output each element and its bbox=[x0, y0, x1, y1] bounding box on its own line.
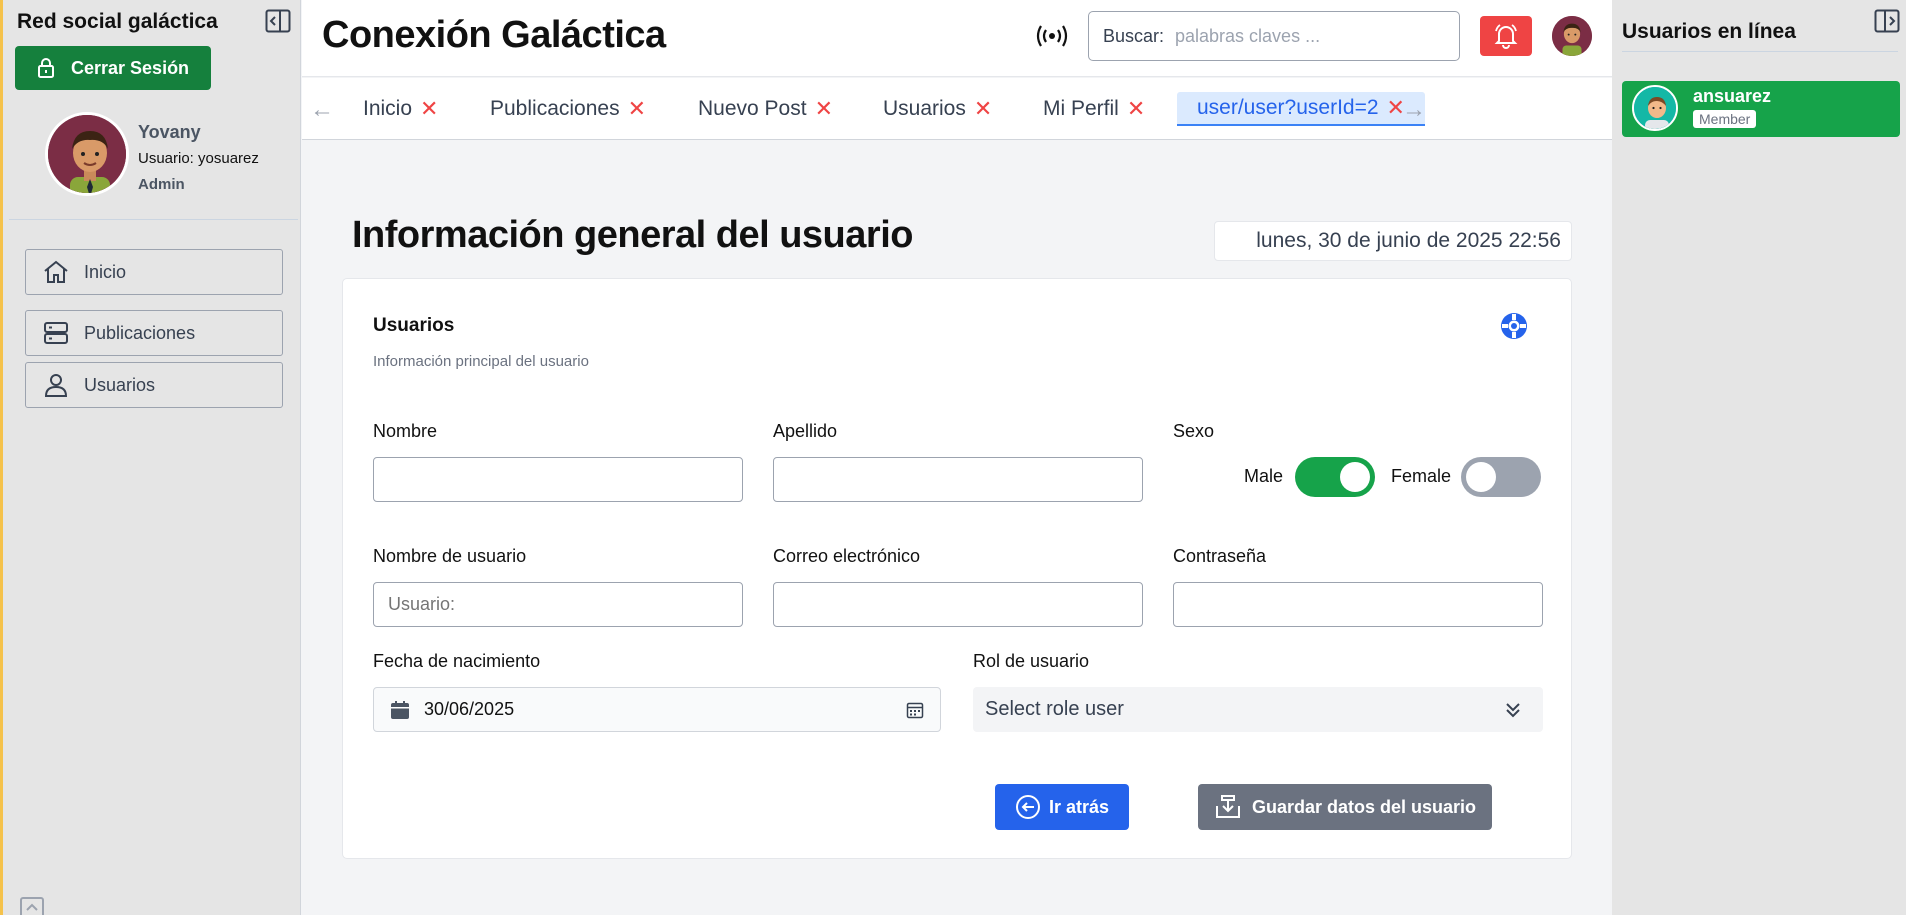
password-field[interactable] bbox=[1173, 582, 1543, 627]
sidebar-item-publicaciones[interactable]: Publicaciones bbox=[25, 310, 283, 356]
apellido-label: Apellido bbox=[773, 421, 838, 441]
card-subtitle: Información principal del usuario bbox=[373, 353, 589, 370]
home-icon bbox=[44, 260, 68, 283]
birthdate-field[interactable]: 30/06/2025 bbox=[373, 687, 941, 732]
online-user-item[interactable]: ansuarez Member bbox=[1622, 81, 1900, 137]
male-label: Male bbox=[1244, 466, 1284, 486]
divider bbox=[1622, 51, 1898, 52]
nombre-field[interactable] bbox=[373, 457, 743, 502]
right-sidebar: Usuarios en línea ansuarez Member bbox=[1612, 0, 1906, 915]
app-title: Conexión Galáctica bbox=[322, 14, 666, 56]
username-field[interactable] bbox=[373, 582, 743, 627]
left-sidebar: Red social galáctica Cerrar Sesión Yovan… bbox=[0, 0, 301, 915]
user-role: Admin bbox=[138, 176, 185, 193]
card-title: Usuarios bbox=[373, 315, 455, 336]
search-input[interactable] bbox=[1175, 25, 1445, 47]
sidebar-item-label: Inicio bbox=[84, 261, 127, 282]
tabs-scroll-left-icon[interactable]: ← bbox=[310, 96, 334, 124]
tab-inicio[interactable]: Inicio ✕ bbox=[363, 92, 438, 126]
role-badge: Member bbox=[1693, 110, 1757, 128]
email-field[interactable] bbox=[773, 582, 1143, 627]
header-avatar[interactable] bbox=[1552, 16, 1592, 56]
tab-label: user/user?userId=2 bbox=[1197, 96, 1379, 119]
sexo-label: Sexo bbox=[1173, 421, 1215, 441]
chevron-double-down-icon bbox=[1506, 702, 1520, 717]
collapse-left-sidebar-icon[interactable] bbox=[265, 9, 291, 33]
toggle-knob bbox=[1340, 462, 1370, 492]
sidebar-footer-icon[interactable] bbox=[19, 896, 45, 915]
tab-nuevo-post[interactable]: Nuevo Post ✕ bbox=[698, 92, 833, 126]
female-label: Female bbox=[1391, 466, 1452, 486]
tab-label: Nuevo Post bbox=[698, 97, 807, 120]
user-login: Usuario: yosuarez bbox=[138, 150, 259, 167]
close-icon[interactable]: ✕ bbox=[974, 96, 992, 122]
datetime-display: lunes, 30 de junio de 2025 22:56 bbox=[1214, 221, 1572, 261]
tab-label: Usuarios bbox=[883, 97, 966, 120]
close-icon[interactable]: ✕ bbox=[1127, 96, 1145, 122]
tab-usuarios[interactable]: Usuarios ✕ bbox=[883, 92, 992, 126]
search-box: Buscar: bbox=[1088, 11, 1460, 61]
email-label: Correo electrónico bbox=[773, 546, 921, 566]
user-icon bbox=[44, 374, 68, 397]
male-toggle[interactable] bbox=[1295, 457, 1375, 497]
tab-user-detail[interactable]: user/user?userId=2 ✕ bbox=[1177, 92, 1425, 126]
female-toggle[interactable] bbox=[1461, 457, 1541, 497]
search-label: Buscar: bbox=[1103, 25, 1165, 46]
back-label: Ir atrás bbox=[1048, 796, 1110, 817]
role-label: Rol de usuario bbox=[973, 651, 1090, 671]
divider bbox=[9, 219, 298, 220]
nombre-label: Nombre bbox=[373, 421, 438, 441]
brand-name: Red social galáctica bbox=[17, 10, 218, 33]
online-users-title: Usuarios en línea bbox=[1622, 20, 1796, 43]
tab-bar: ← Inicio ✕ Publicaciones ✕ Nuevo Post ✕ … bbox=[302, 78, 1612, 140]
birthdate-value: 30/06/2025 bbox=[424, 699, 515, 719]
save-label: Guardar datos del usuario bbox=[1251, 796, 1477, 817]
tab-label: Mi Perfil bbox=[1043, 97, 1119, 120]
apellido-field[interactable] bbox=[773, 457, 1143, 502]
password-label: Contraseña bbox=[1173, 546, 1267, 566]
sidebar-item-inicio[interactable]: Inicio bbox=[25, 249, 283, 295]
broadcast-icon[interactable] bbox=[1036, 22, 1068, 50]
back-button[interactable]: Ir atrás bbox=[995, 784, 1129, 830]
tabs-scroll-right-icon[interactable]: → bbox=[1402, 96, 1426, 124]
user-form-card: Usuarios Información principal del usuar… bbox=[342, 278, 1572, 859]
notifications-button[interactable] bbox=[1480, 16, 1532, 56]
header: Conexión Galáctica Buscar: bbox=[302, 0, 1612, 77]
avatar bbox=[1632, 85, 1678, 131]
user-name: Yovany bbox=[138, 122, 201, 142]
calendar-icon bbox=[391, 700, 409, 719]
tab-label: Inicio bbox=[363, 97, 413, 120]
toggle-knob bbox=[1466, 462, 1496, 492]
avatar bbox=[45, 112, 129, 196]
close-icon[interactable]: ✕ bbox=[815, 96, 833, 122]
calendar-picker-icon[interactable] bbox=[906, 701, 924, 719]
bell-icon bbox=[1494, 24, 1518, 49]
tab-mi-perfil[interactable]: Mi Perfil ✕ bbox=[1043, 92, 1145, 126]
logout-button[interactable]: Cerrar Sesión bbox=[15, 46, 211, 90]
tab-publicaciones[interactable]: Publicaciones ✕ bbox=[490, 92, 646, 126]
close-icon[interactable]: ✕ bbox=[628, 96, 646, 122]
close-icon[interactable]: ✕ bbox=[420, 96, 438, 122]
arrow-left-circle-icon bbox=[1015, 795, 1040, 819]
username-label: Nombre de usuario bbox=[373, 546, 527, 566]
role-select[interactable]: Select role user bbox=[973, 687, 1543, 732]
lock-icon bbox=[38, 58, 54, 78]
download-tray-icon bbox=[1215, 795, 1240, 818]
server-icon bbox=[44, 322, 68, 344]
role-select-value: Select role user bbox=[985, 698, 1124, 720]
online-user-name: ansuarez bbox=[1693, 86, 1772, 106]
collapse-right-sidebar-icon[interactable] bbox=[1874, 9, 1900, 33]
logout-label: Cerrar Sesión bbox=[71, 57, 190, 78]
save-button[interactable]: Guardar datos del usuario bbox=[1198, 784, 1492, 830]
sidebar-item-label: Usuarios bbox=[84, 374, 156, 395]
sidebar-item-usuarios[interactable]: Usuarios bbox=[25, 362, 283, 408]
lifebuoy-icon[interactable] bbox=[1499, 311, 1529, 341]
page-title: Información general del usuario bbox=[352, 214, 913, 256]
sidebar-item-label: Publicaciones bbox=[84, 322, 196, 343]
tab-label: Publicaciones bbox=[490, 97, 620, 120]
birthdate-label: Fecha de nacimiento bbox=[373, 651, 541, 671]
